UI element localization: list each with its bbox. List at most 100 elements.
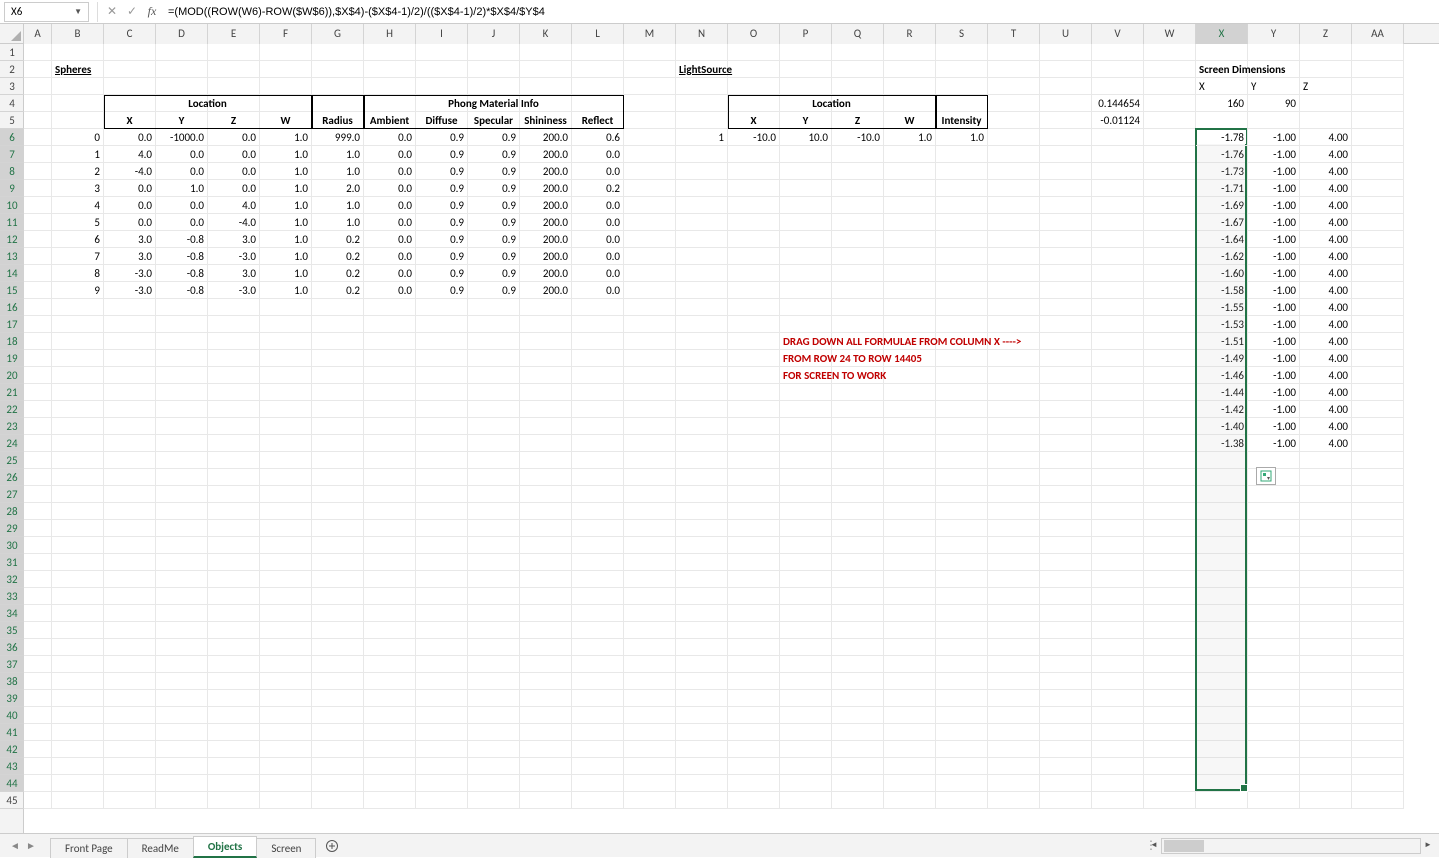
sd-x[interactable]: X — [1196, 78, 1248, 95]
cell-O14[interactable] — [728, 265, 780, 282]
cell-N28[interactable] — [676, 503, 728, 520]
cell-P41[interactable] — [780, 724, 832, 741]
cell-J43[interactable] — [468, 758, 520, 775]
cell-M1[interactable] — [624, 44, 676, 61]
cell-R36[interactable] — [884, 639, 936, 656]
cell-AA19[interactable] — [1352, 350, 1404, 367]
cell-R12[interactable] — [884, 231, 936, 248]
cell-T7[interactable] — [988, 146, 1040, 163]
cell-P34[interactable] — [780, 605, 832, 622]
cell-AA41[interactable] — [1352, 724, 1404, 741]
cell-S45[interactable] — [936, 792, 988, 809]
sphere-diffuse[interactable]: 0.9 — [416, 214, 468, 231]
sphere-w[interactable]: 1.0 — [260, 282, 312, 299]
cell-N39[interactable] — [676, 690, 728, 707]
sphere-reflect[interactable]: 0.0 — [572, 265, 624, 282]
sphere-y[interactable]: 0.0 — [156, 214, 208, 231]
cell-O12[interactable] — [728, 231, 780, 248]
cell-S8[interactable] — [936, 163, 988, 180]
cell-P44[interactable] — [780, 775, 832, 792]
cell-W32[interactable] — [1144, 571, 1196, 588]
cell-N19[interactable] — [676, 350, 728, 367]
cell-I40[interactable] — [416, 707, 468, 724]
cell-Y37[interactable] — [1248, 656, 1300, 673]
sphere-reflect[interactable]: 0.2 — [572, 180, 624, 197]
cell-X41[interactable] — [1196, 724, 1248, 741]
cell-L18[interactable] — [572, 333, 624, 350]
cell-A28[interactable] — [24, 503, 52, 520]
cell-V2[interactable] — [1092, 61, 1144, 78]
cell-L1[interactable] — [572, 44, 624, 61]
cell-A40[interactable] — [24, 707, 52, 724]
cell-O8[interactable] — [728, 163, 780, 180]
cell-M32[interactable] — [624, 571, 676, 588]
cell-J36[interactable] — [468, 639, 520, 656]
cell-O35[interactable] — [728, 622, 780, 639]
screen-y[interactable]: -1.00 — [1248, 231, 1300, 248]
cell-P2[interactable] — [780, 61, 832, 78]
cell-R17[interactable] — [884, 316, 936, 333]
cell-K19[interactable] — [520, 350, 572, 367]
cell-H30[interactable] — [364, 537, 416, 554]
cell-F20[interactable] — [260, 367, 312, 384]
cell-N5[interactable] — [676, 112, 728, 129]
cell-L22[interactable] — [572, 401, 624, 418]
row-header-2[interactable]: 2 — [0, 61, 24, 78]
screen-y[interactable]: -1.00 — [1248, 418, 1300, 435]
screen-x[interactable]: -1.49 — [1196, 350, 1248, 367]
sphere-radius[interactable]: 0.2 — [312, 248, 364, 265]
cell-M13[interactable] — [624, 248, 676, 265]
cell-N24[interactable] — [676, 435, 728, 452]
cell-R16[interactable] — [884, 299, 936, 316]
cell-M16[interactable] — [624, 299, 676, 316]
sphere-specular[interactable]: 0.9 — [468, 282, 520, 299]
sphere-y[interactable]: 1.0 — [156, 180, 208, 197]
cell-B32[interactable] — [52, 571, 104, 588]
cell-C41[interactable] — [104, 724, 156, 741]
cell-I23[interactable] — [416, 418, 468, 435]
screen-x[interactable]: -1.67 — [1196, 214, 1248, 231]
cell-AA36[interactable] — [1352, 639, 1404, 656]
accept-formula-button[interactable]: ✓ — [122, 2, 142, 22]
scroll-right-button[interactable]: ► — [1421, 838, 1435, 852]
cell-Q9[interactable] — [832, 180, 884, 197]
screen-y[interactable]: -1.00 — [1248, 384, 1300, 401]
cell-H40[interactable] — [364, 707, 416, 724]
sphere-w[interactable]: 1.0 — [260, 197, 312, 214]
cell-G31[interactable] — [312, 554, 364, 571]
cell-B40[interactable] — [52, 707, 104, 724]
cell-S43[interactable] — [936, 758, 988, 775]
cell-AA25[interactable] — [1352, 452, 1404, 469]
cell-W13[interactable] — [1144, 248, 1196, 265]
cell-G41[interactable] — [312, 724, 364, 741]
screen-y[interactable]: -1.00 — [1248, 180, 1300, 197]
sphere-specular[interactable]: 0.9 — [468, 129, 520, 146]
cell-A7[interactable] — [24, 146, 52, 163]
cell-Y42[interactable] — [1248, 741, 1300, 758]
cell-F2[interactable] — [260, 61, 312, 78]
sphere-z[interactable]: 0.0 — [208, 180, 260, 197]
cell-Z37[interactable] — [1300, 656, 1352, 673]
cell-M3[interactable] — [624, 78, 676, 95]
cell-M40[interactable] — [624, 707, 676, 724]
cell-C24[interactable] — [104, 435, 156, 452]
cell-P10[interactable] — [780, 197, 832, 214]
cell-B35[interactable] — [52, 622, 104, 639]
screen-z[interactable]: 4.00 — [1300, 401, 1352, 418]
cell-V22[interactable] — [1092, 401, 1144, 418]
row-header-31[interactable]: 31 — [0, 554, 24, 571]
row-header-37[interactable]: 37 — [0, 656, 24, 673]
row-header-14[interactable]: 14 — [0, 265, 24, 282]
cell-Q11[interactable] — [832, 214, 884, 231]
row-header-27[interactable]: 27 — [0, 486, 24, 503]
cell-Q36[interactable] — [832, 639, 884, 656]
cell-A20[interactable] — [24, 367, 52, 384]
cell-G36[interactable] — [312, 639, 364, 656]
cell-S37[interactable] — [936, 656, 988, 673]
cell-P38[interactable] — [780, 673, 832, 690]
cell-Z2[interactable] — [1300, 61, 1352, 78]
cell-A38[interactable] — [24, 673, 52, 690]
cell-C40[interactable] — [104, 707, 156, 724]
column-header-N[interactable]: N — [676, 24, 728, 44]
cell-E1[interactable] — [208, 44, 260, 61]
